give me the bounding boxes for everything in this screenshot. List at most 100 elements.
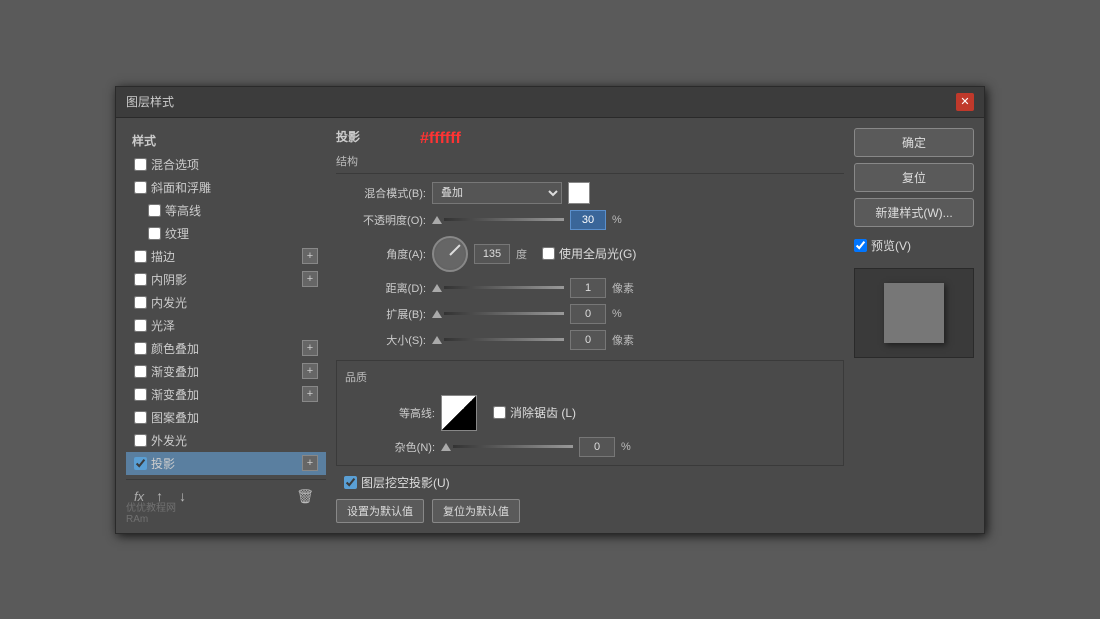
- spread-label: 扩展(B):: [336, 306, 426, 322]
- left-panel: 样式 混合选项 斜面和浮雕 等高线 纹理 描边 +: [126, 128, 326, 523]
- global-light-checkbox[interactable]: [542, 247, 555, 260]
- noise-slider-triangle[interactable]: [441, 443, 451, 451]
- new-style-button[interactable]: 新建样式(W)...: [854, 198, 974, 227]
- contour-checkbox[interactable]: [148, 204, 161, 217]
- sidebar-item-gradient-overlay1[interactable]: 渐变叠加 +: [126, 360, 326, 383]
- stroke-checkbox[interactable]: [134, 250, 147, 263]
- gradient-overlay1-checkbox[interactable]: [134, 365, 147, 378]
- ok-button[interactable]: 确定: [854, 128, 974, 157]
- distance-slider-triangle[interactable]: [432, 284, 442, 292]
- inner-shadow-plus-btn[interactable]: +: [302, 271, 318, 287]
- noise-unit: %: [621, 441, 641, 453]
- sidebar-item-stroke[interactable]: 描边 +: [126, 245, 326, 268]
- stroke-plus-btn[interactable]: +: [302, 248, 318, 264]
- blend-options-checkbox[interactable]: [134, 158, 147, 171]
- inner-shadow-checkbox[interactable]: [134, 273, 147, 286]
- reset-default-button[interactable]: 复位为默认值: [432, 499, 520, 523]
- blend-mode-select[interactable]: 叠加 正常 溶解 正片叠底 滤色: [432, 182, 562, 204]
- gradient-overlay2-checkbox[interactable]: [134, 388, 147, 401]
- gradient-overlay1-label: 渐变叠加: [151, 363, 298, 380]
- layer-knockout-checkbox[interactable]: [344, 476, 357, 489]
- distance-label: 距离(D):: [336, 280, 426, 296]
- quality-section: 品质 等高线: 消除锯齿 (L) 杂色(N):: [336, 360, 844, 466]
- angle-unit: 度: [516, 246, 536, 262]
- size-slider-triangle[interactable]: [432, 336, 442, 344]
- angle-dial[interactable]: [432, 236, 468, 272]
- size-row: 大小(S): 像素: [336, 330, 844, 350]
- sidebar-item-texture[interactable]: 纹理: [126, 222, 326, 245]
- bevel-emboss-checkbox[interactable]: [134, 181, 147, 194]
- spread-slider-container: [432, 310, 564, 318]
- opacity-slider-track[interactable]: [444, 218, 564, 221]
- spread-input[interactable]: [570, 304, 606, 324]
- blend-color-swatch[interactable]: [568, 182, 590, 204]
- distance-input[interactable]: [570, 278, 606, 298]
- sidebar-item-inner-shadow[interactable]: 内阴影 +: [126, 268, 326, 291]
- layer-knockout-label: 图层挖空投影(U): [361, 474, 450, 491]
- texture-label: 纹理: [165, 225, 318, 242]
- move-down-button[interactable]: ↓: [175, 486, 190, 506]
- opacity-slider-container: [432, 216, 564, 224]
- inner-glow-label: 内发光: [151, 294, 318, 311]
- outer-glow-label: 外发光: [151, 432, 318, 449]
- sidebar-item-inner-glow[interactable]: 内发光: [126, 291, 326, 314]
- color-overlay-plus-btn[interactable]: +: [302, 340, 318, 356]
- satin-checkbox[interactable]: [134, 319, 147, 332]
- inner-shadow-label: 内阴影: [151, 271, 298, 288]
- noise-slider-track[interactable]: [453, 445, 573, 448]
- satin-label: 光泽: [151, 317, 318, 334]
- spread-slider-track[interactable]: [444, 312, 564, 315]
- angle-input[interactable]: [474, 244, 510, 264]
- sidebar-item-gradient-overlay2[interactable]: 渐变叠加 +: [126, 383, 326, 406]
- pattern-overlay-label: 图案叠加: [151, 409, 318, 426]
- close-button[interactable]: ✕: [956, 93, 974, 111]
- color-overlay-label: 颜色叠加: [151, 340, 298, 357]
- contour-row: 等高线: 消除锯齿 (L): [345, 395, 835, 431]
- distance-unit: 像素: [612, 280, 634, 296]
- opacity-row: 不透明度(O): %: [336, 210, 844, 230]
- set-default-button[interactable]: 设置为默认值: [336, 499, 424, 523]
- layer-knockout-row: 图层挖空投影(U): [344, 474, 844, 491]
- distance-slider-track[interactable]: [444, 286, 564, 289]
- size-input[interactable]: [570, 330, 606, 350]
- sidebar-item-bevel-emboss[interactable]: 斜面和浮雕: [126, 176, 326, 199]
- sidebar-item-blend-options[interactable]: 混合选项: [126, 153, 326, 176]
- sidebar-item-outer-glow[interactable]: 外发光: [126, 429, 326, 452]
- outer-glow-checkbox[interactable]: [134, 434, 147, 447]
- anti-alias-checkbox[interactable]: [493, 406, 506, 419]
- blend-mode-row: 混合模式(B): 叠加 正常 溶解 正片叠底 滤色: [336, 182, 844, 204]
- sidebar-item-contour[interactable]: 等高线: [126, 199, 326, 222]
- gradient-overlay2-label: 渐变叠加: [151, 386, 298, 403]
- size-unit: 像素: [612, 332, 634, 348]
- size-slider-track[interactable]: [444, 338, 564, 341]
- noise-slider-container: [441, 443, 573, 451]
- delete-button[interactable]: 🗑: [292, 486, 318, 507]
- distance-row: 距离(D): 像素: [336, 278, 844, 298]
- opacity-input[interactable]: [570, 210, 606, 230]
- right-panel: 确定 复位 新建样式(W)... 预览(V): [854, 128, 974, 523]
- opacity-unit: %: [612, 214, 632, 226]
- texture-checkbox[interactable]: [148, 227, 161, 240]
- sidebar-item-color-overlay[interactable]: 颜色叠加 +: [126, 337, 326, 360]
- spread-slider-triangle[interactable]: [432, 310, 442, 318]
- watermark: 优优教程网 RAm: [126, 499, 176, 525]
- sidebar-item-pattern-overlay[interactable]: 图案叠加: [126, 406, 326, 429]
- reset-button[interactable]: 复位: [854, 163, 974, 192]
- contour-thumbnail[interactable]: [441, 395, 477, 431]
- inner-glow-checkbox[interactable]: [134, 296, 147, 309]
- gradient-overlay2-plus-btn[interactable]: +: [302, 386, 318, 402]
- noise-input[interactable]: [579, 437, 615, 457]
- size-slider-container: [432, 336, 564, 344]
- gradient-overlay1-plus-btn[interactable]: +: [302, 363, 318, 379]
- preview-checkbox[interactable]: [854, 239, 867, 252]
- drop-shadow-plus-btn[interactable]: +: [302, 455, 318, 471]
- dialog-body: 样式 混合选项 斜面和浮雕 等高线 纹理 描边 +: [116, 118, 984, 533]
- quality-title: 品质: [345, 369, 835, 389]
- opacity-slider-triangle[interactable]: [432, 216, 442, 224]
- color-overlay-checkbox[interactable]: [134, 342, 147, 355]
- pattern-overlay-checkbox[interactable]: [134, 411, 147, 424]
- preview-row: 预览(V): [854, 237, 974, 254]
- sidebar-item-satin[interactable]: 光泽: [126, 314, 326, 337]
- drop-shadow-checkbox[interactable]: [134, 457, 147, 470]
- sidebar-item-drop-shadow[interactable]: 投影 +: [126, 452, 326, 475]
